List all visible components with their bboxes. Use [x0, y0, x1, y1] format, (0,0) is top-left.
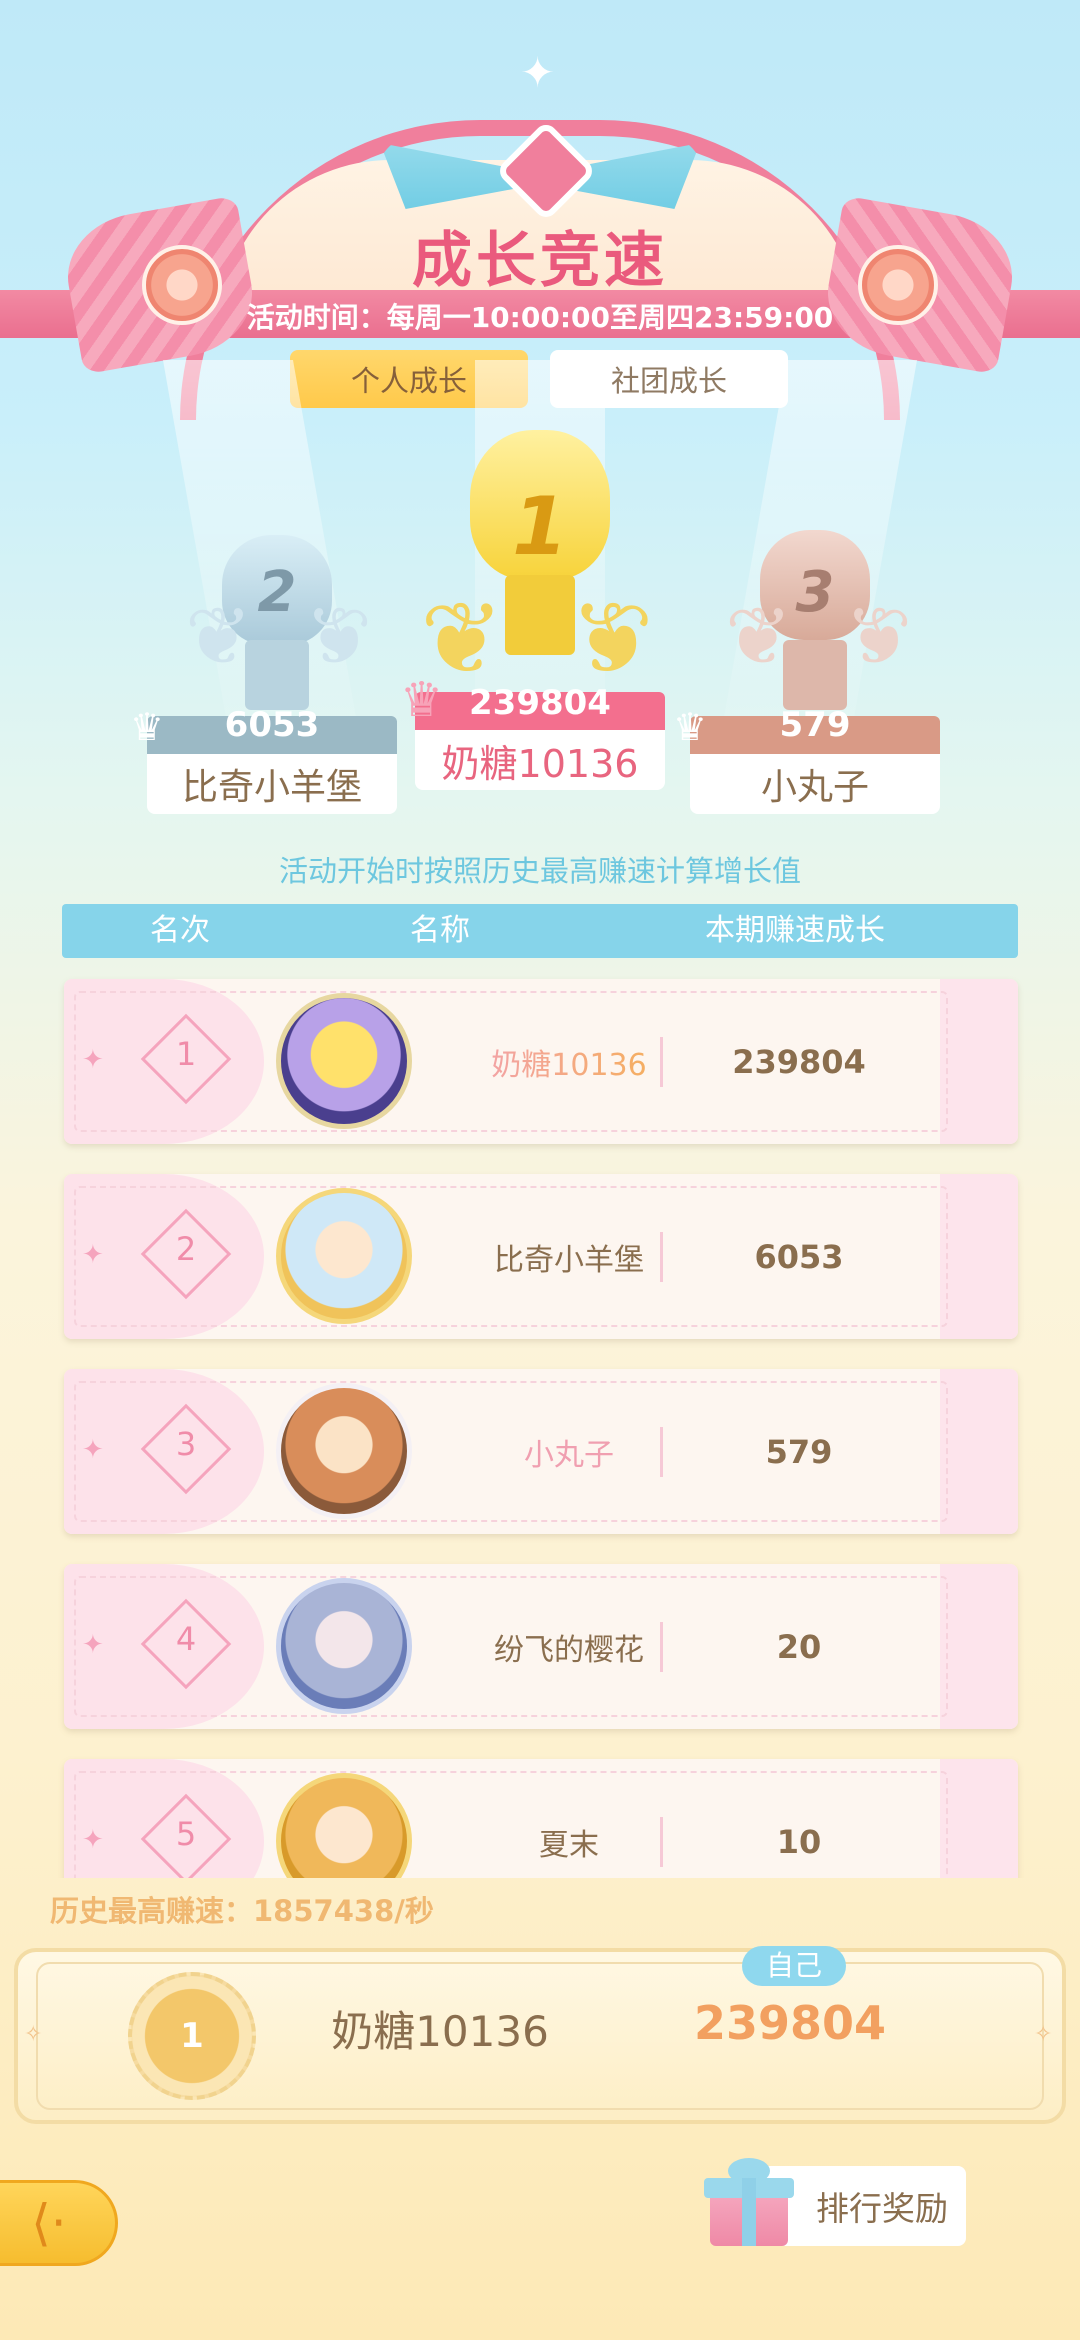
star-icon: ✦	[82, 1825, 104, 1855]
reward-label: 排行奖励	[816, 2189, 948, 2228]
star-icon: ✦	[82, 1240, 104, 1270]
crown-icon: ♛	[673, 705, 708, 749]
laurel-icon: ❦	[185, 590, 253, 683]
row-name: 纷飞的樱花	[494, 1632, 644, 1668]
sakura-avatar-icon[interactable]	[276, 1188, 412, 1324]
crown-icon: ♛	[400, 672, 444, 728]
ranking-row[interactable]: ✦ 4 纷飞的樱花 20	[64, 1564, 1018, 1729]
self-value: 239804	[693, 1996, 887, 2050]
row-value: 579	[765, 1432, 833, 1471]
podium-rank-1: 1	[512, 480, 568, 573]
row-rank: 3	[175, 1425, 197, 1463]
row-name: 夏末	[539, 1827, 599, 1863]
kero-avatar-icon[interactable]	[276, 993, 412, 1129]
row-rank: 4	[175, 1620, 197, 1658]
event-time: 活动时间：每周一10:00:00至周四23:59:00	[246, 301, 834, 334]
crown-icon: ♛	[130, 705, 165, 749]
couple-avatar-icon[interactable]	[276, 1578, 412, 1714]
sparkle-icon: ✧	[1034, 2022, 1053, 2047]
ranking-row[interactable]: ✦ 1 奶糖10136 239804	[64, 979, 1018, 1144]
row-rank: 5	[175, 1815, 197, 1853]
gold-trophy-base	[505, 575, 575, 655]
row-value: 20	[776, 1627, 822, 1666]
row-value: 6053	[754, 1237, 844, 1276]
star-icon: ✦	[82, 1435, 104, 1465]
podium-score-3: 579	[779, 705, 851, 745]
podium-name-1[interactable]: 奶糖10136	[415, 730, 665, 790]
self-name: 奶糖10136	[331, 2007, 549, 2056]
silver-trophy-base	[245, 640, 309, 710]
row-rank: 2	[175, 1230, 197, 1268]
back-arrow-icon: ⟨⋅	[31, 2194, 67, 2252]
sakura-avatar-icon[interactable]	[276, 1383, 412, 1519]
ranking-row[interactable]: ✦ 5 夏末 10	[64, 1759, 1018, 1878]
row-rank: 1	[175, 1035, 197, 1073]
ranking-row[interactable]: ✦ 2 比奇小羊堡 6053	[64, 1174, 1018, 1339]
header-rank: 名次	[150, 913, 210, 948]
laurel-icon: ❦	[570, 580, 654, 697]
laurel-icon: ❦	[305, 590, 373, 683]
sparkle-icon: ✦	[520, 48, 556, 97]
podium-score-2: 6053	[224, 705, 320, 745]
star-icon: ✦	[82, 1045, 104, 1075]
laurel-icon: ❦	[845, 590, 913, 683]
page-title: 成长竞速	[412, 226, 668, 296]
sparkle-icon: ✧	[24, 2022, 43, 2047]
podium-score-1: 239804	[469, 683, 611, 723]
row-name: 小丸子	[524, 1437, 614, 1473]
self-badge: 自己	[742, 1946, 846, 1986]
bronze-trophy-base	[783, 640, 847, 710]
star-icon: ✦	[82, 1630, 104, 1660]
ranking-row[interactable]: ✦ 3 小丸子 579	[64, 1369, 1018, 1534]
self-rank-medal: 1	[128, 1972, 256, 2100]
header-growth: 本期赚速成长	[705, 913, 885, 948]
row-value: 10	[776, 1822, 822, 1861]
row-name: 奶糖10136	[444, 979, 694, 1144]
podium-name-2[interactable]: 比奇小羊堡	[147, 754, 397, 814]
header-name: 名称	[410, 913, 470, 948]
laurel-icon: ❦	[725, 590, 793, 683]
row-name: 比奇小羊堡	[494, 1242, 644, 1278]
rule-note: 活动开始时按照历史最高赚速计算增长值	[278, 854, 801, 888]
back-button[interactable]: ⟨⋅	[0, 2180, 118, 2266]
ranking-list[interactable]: ✦ 1 奶糖10136 239804 ✦ 2 比奇小羊堡 6053 ✦ 3 小丸…	[0, 975, 1080, 1878]
gift-icon[interactable]	[704, 2156, 794, 2248]
podium-name-3[interactable]: 小丸子	[690, 754, 940, 814]
row-value: 239804	[732, 1042, 866, 1081]
best-speed: 历史最高赚速：1857438/秒	[50, 1894, 434, 1928]
